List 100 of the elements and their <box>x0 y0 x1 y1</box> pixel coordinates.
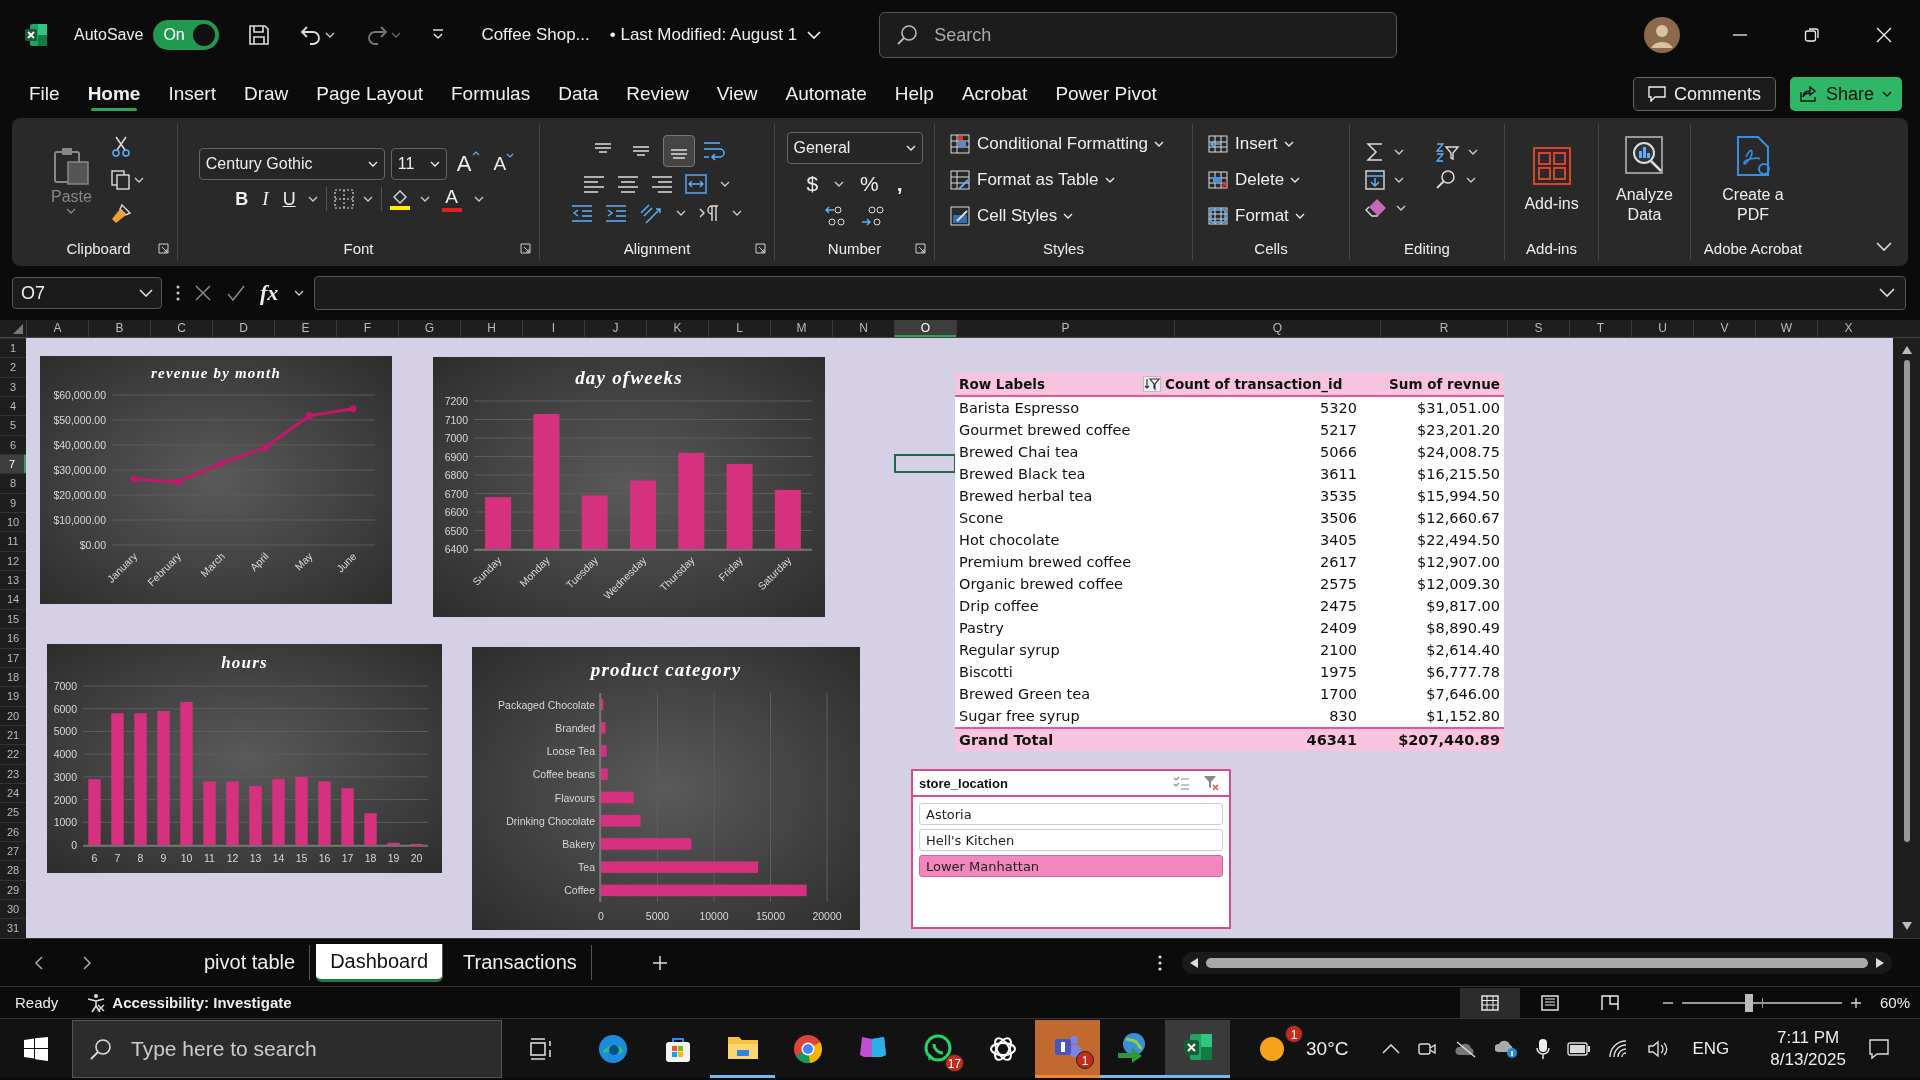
menu-tab[interactable]: Help <box>883 75 945 113</box>
sheet-tab[interactable]: Transactions <box>449 945 592 980</box>
menu-tab[interactable]: Power Pivot <box>1044 75 1168 113</box>
zoom-level[interactable]: 60% <box>1879 994 1910 1011</box>
column-header[interactable]: R <box>1380 320 1507 337</box>
temperature[interactable]: 30°C <box>1306 1037 1349 1060</box>
column-header[interactable]: T <box>1569 320 1631 337</box>
cells-menu-button[interactable]: Delete <box>1207 165 1301 195</box>
clock-date[interactable]: 8/13/2025 <box>1770 1049 1846 1070</box>
column-header[interactable]: U <box>1631 320 1693 337</box>
column-header[interactable]: H <box>460 320 522 337</box>
column-header[interactable]: Q <box>1174 320 1380 337</box>
axis-label: 7 <box>114 852 121 864</box>
menu-tab[interactable]: Page Layout <box>305 75 434 113</box>
menu-tab[interactable]: Insert <box>157 75 227 113</box>
column-header[interactable]: C <box>150 320 212 337</box>
sheet-tab[interactable]: pivot table <box>190 945 311 980</box>
table-cell-text: 5066 <box>1319 444 1357 460</box>
number-format-dropdown[interactable]: General <box>786 132 923 164</box>
insert-function-button[interactable]: fx <box>260 280 279 306</box>
italic-button[interactable]: I <box>258 186 273 212</box>
last-modified-button[interactable]: • Last Modified: August 1 <box>609 25 822 45</box>
column-header[interactable]: E <box>274 320 336 337</box>
column-header[interactable]: K <box>646 320 708 337</box>
table-cell-text: 3405 <box>1319 532 1357 548</box>
axis-label: $40,000.00 <box>53 439 106 451</box>
total-cell-text: $207,440.89 <box>1397 732 1501 748</box>
clock-time[interactable]: 7:11 PM <box>1777 1027 1840 1048</box>
axis-label: 5000 <box>645 910 670 922</box>
add-ins-button[interactable]: Add-ins <box>1524 146 1579 214</box>
axis-label: 0 <box>71 839 77 851</box>
menu-tab[interactable]: Data <box>547 75 610 113</box>
column-header[interactable]: G <box>398 320 460 337</box>
table-cell-text: Barista Espresso <box>958 400 1081 416</box>
menu-tab[interactable]: Formulas <box>440 75 542 113</box>
column-header[interactable]: B <box>88 320 150 337</box>
column-header[interactable]: S <box>1507 320 1569 337</box>
font-color-button[interactable]: A <box>437 186 466 212</box>
percent-button[interactable]: % <box>856 170 883 198</box>
column-header[interactable]: F <box>336 320 398 337</box>
shrink-font-button[interactable]: A <box>489 151 519 177</box>
axis-label: 6500 <box>444 524 468 537</box>
menu-tab[interactable]: Automate <box>774 75 878 113</box>
menu-tab[interactable]: Review <box>615 75 700 113</box>
sheet-tab[interactable]: Dashboard <box>316 943 443 982</box>
axis-label: 16 <box>318 852 331 864</box>
slicer-item[interactable]: Hell's Kitchen <box>919 829 1223 851</box>
table-cell-text: $12,009.30 <box>1415 576 1501 592</box>
accessibility-button[interactable]: Accessibility: Investigate <box>86 992 292 1013</box>
column-header[interactable]: X <box>1817 320 1879 337</box>
cells-menu-button[interactable]: Insert <box>1207 129 1294 159</box>
language-indicator[interactable]: ENG <box>1692 1038 1730 1059</box>
autosave-toggle[interactable]: On <box>153 20 220 50</box>
column-header[interactable]: J <box>584 320 646 337</box>
font-family-dropdown[interactable]: Century Gothic <box>198 148 385 180</box>
slicer-item[interactable]: Astoria <box>919 803 1223 825</box>
table-cell-text: Scone <box>958 510 1005 526</box>
menu-tab[interactable]: File <box>18 75 71 113</box>
notification-badge: 1 <box>1076 1050 1094 1069</box>
grow-font-button[interactable]: A <box>452 149 484 179</box>
column-header[interactable]: V <box>1693 320 1755 337</box>
style-menu-button[interactable]: Format as Table <box>949 165 1115 195</box>
notification-badge: 17 <box>944 1053 964 1072</box>
style-menu-button[interactable]: Cell Styles <box>949 201 1074 231</box>
axis-label: 8 <box>137 852 144 864</box>
column-header[interactable]: M <box>770 320 832 337</box>
axis-label: Packaged Chocolate <box>498 698 595 711</box>
name-box[interactable]: O7 <box>12 277 162 309</box>
menu-tab[interactable]: Home <box>76 75 152 113</box>
column-header[interactable]: D <box>212 320 274 337</box>
underline-button[interactable]: U <box>278 186 300 212</box>
menu-tab[interactable]: View <box>705 75 769 113</box>
column-header[interactable]: O <box>894 320 956 337</box>
table-cell-text: $8,890.49 <box>1425 620 1501 636</box>
axis-label: 7000 <box>444 432 468 444</box>
table-cell-text: 1975 <box>1319 664 1357 680</box>
comments-button[interactable]: Comments <box>1632 77 1776 111</box>
font-size-dropdown[interactable]: 11 <box>390 148 447 180</box>
column-header[interactable]: L <box>708 320 770 337</box>
bold-button[interactable]: B <box>231 186 253 212</box>
column-header[interactable]: A <box>26 320 88 337</box>
row-header[interactable]: 7 <box>0 454 26 474</box>
style-menu-button[interactable]: Conditional Formatting <box>949 129 1165 159</box>
slicer-item[interactable]: Lower Manhattan <box>919 855 1223 877</box>
analyze-data-button[interactable]: Analyze Data <box>1609 135 1680 225</box>
total-cell-text: Grand Total <box>958 732 1055 748</box>
cells-menu-button[interactable]: Format <box>1207 201 1305 231</box>
menu-tab[interactable]: Draw <box>232 75 300 113</box>
comma-style-button[interactable]: , <box>892 170 907 198</box>
axis-label: 2000 <box>53 793 77 806</box>
currency-button[interactable]: $ <box>802 170 823 198</box>
axis-label: 6900 <box>444 450 468 463</box>
point <box>130 475 138 483</box>
create-pdf-button[interactable]: Create a PDF <box>1721 135 1785 225</box>
column-header[interactable]: W <box>1755 320 1817 337</box>
menu-tab[interactable]: Acrobat <box>950 75 1039 113</box>
column-header[interactable]: I <box>522 320 584 337</box>
column-header[interactable]: P <box>956 320 1174 337</box>
axis-label: 15 <box>295 852 308 864</box>
share-button[interactable]: Share <box>1789 77 1902 111</box>
